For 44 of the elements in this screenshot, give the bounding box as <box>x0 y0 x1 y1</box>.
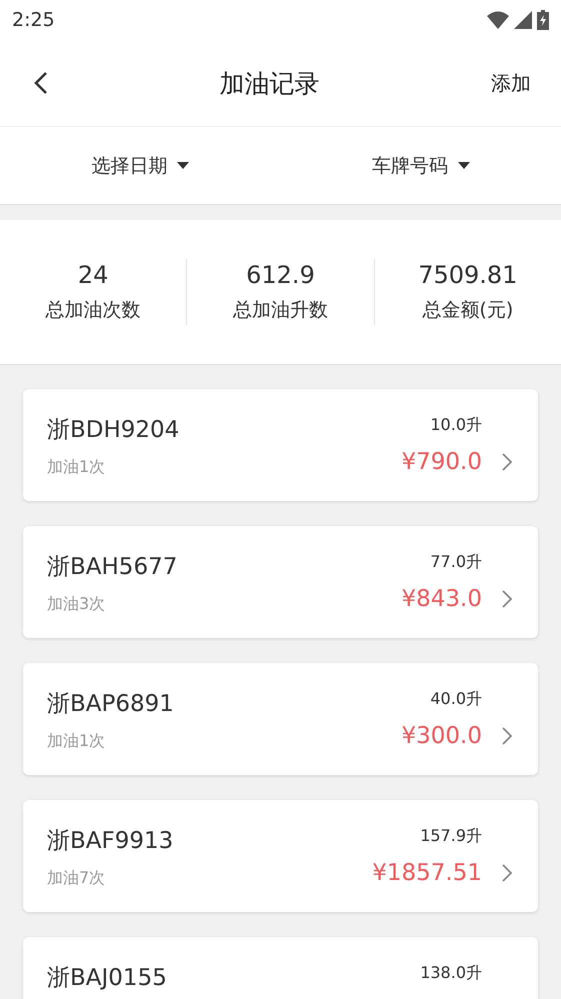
plate-number: 浙BAP6891 <box>47 690 175 718</box>
amount: ¥300.0 <box>402 722 482 750</box>
plate-number: 浙BAJ0155 <box>47 964 168 992</box>
refuel-count: 加油1次 <box>47 457 106 477</box>
liters: 157.9升 <box>420 826 482 846</box>
record-card[interactable]: 浙BAJ0155 138.0升 <box>23 937 538 999</box>
plate-number: 浙BAF9913 <box>47 827 174 855</box>
back-button[interactable] <box>34 71 48 95</box>
stat-label: 总金额(元) <box>422 298 514 323</box>
stat-value: 7509.81 <box>418 261 518 289</box>
stat-value: 24 <box>78 261 108 289</box>
signal-icon <box>514 11 532 29</box>
status-time: 2:25 <box>12 9 55 31</box>
record-card[interactable]: 浙BAF9913 加油7次 157.9升 ¥1857.51 <box>23 800 538 912</box>
amount: ¥1857.51 <box>372 859 482 887</box>
stat-label: 总加油次数 <box>46 298 141 323</box>
amount: ¥843.0 <box>402 585 482 613</box>
amount: ¥790.0 <box>402 448 482 476</box>
stat-value: 612.9 <box>246 261 315 289</box>
battery-icon <box>537 10 549 30</box>
wifi-icon <box>487 11 509 29</box>
chevron-right-icon <box>502 590 512 608</box>
liters: 10.0升 <box>430 415 482 435</box>
refuel-count: 加油3次 <box>47 594 106 614</box>
liters: 138.0升 <box>420 963 482 983</box>
caret-down-icon <box>458 162 470 169</box>
plate-number: 浙BDH9204 <box>47 416 180 444</box>
liters: 40.0升 <box>430 689 482 709</box>
refuel-count: 加油7次 <box>47 868 106 888</box>
record-card[interactable]: 浙BAP6891 加油1次 40.0升 ¥300.0 <box>23 663 538 775</box>
stat-label: 总加油升数 <box>232 298 328 323</box>
filter-dropdown[interactable]: 选择日期 <box>0 127 280 204</box>
liters: 77.0升 <box>430 552 482 572</box>
add-button[interactable]: 添加 <box>491 70 531 96</box>
chevron-right-icon <box>502 453 512 471</box>
chevron-right-icon <box>502 727 512 745</box>
record-card[interactable]: 浙BAH5677 加油3次 77.0升 ¥843.0 <box>23 526 538 638</box>
plate-number: 浙BAH5677 <box>47 553 178 581</box>
record-card[interactable]: 浙BDH9204 加油1次 10.0升 ¥790.0 <box>23 389 538 501</box>
chevron-right-icon <box>502 864 512 882</box>
page-title: 加油记录 <box>220 68 320 100</box>
refuel-count: 加油1次 <box>47 731 106 751</box>
filter-dropdown[interactable]: 车牌号码 <box>280 127 561 204</box>
caret-down-icon <box>177 162 190 169</box>
